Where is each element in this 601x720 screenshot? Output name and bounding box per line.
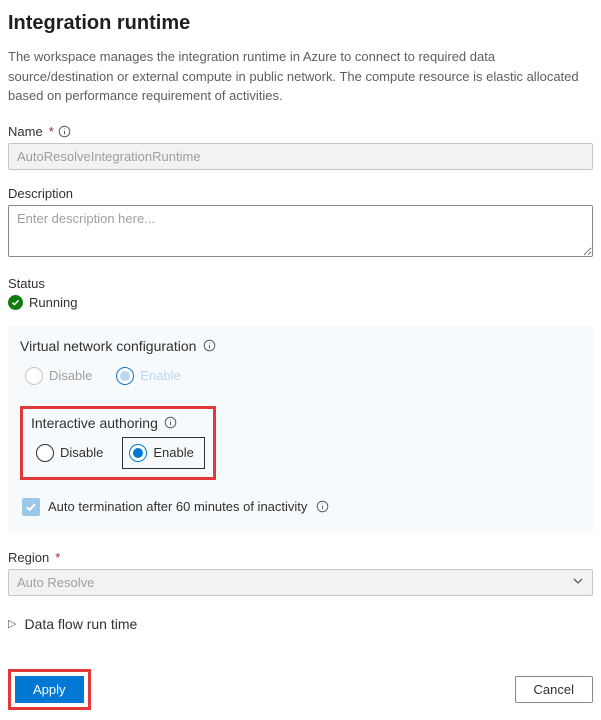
interactive-disable-radio[interactable]: Disable xyxy=(31,439,112,467)
apply-highlight: Apply xyxy=(8,669,91,710)
vnet-section: Virtual network configuration Disable En… xyxy=(20,338,581,390)
interactive-heading: Interactive authoring xyxy=(31,415,158,431)
required-asterisk: * xyxy=(55,550,60,565)
radio-icon xyxy=(25,367,43,385)
radio-icon xyxy=(116,367,134,385)
radio-label: Disable xyxy=(60,445,103,460)
dataflow-expander[interactable]: ▷ Data flow run time xyxy=(8,612,593,636)
region-field: Region * Auto Resolve xyxy=(8,550,593,596)
apply-button[interactable]: Apply xyxy=(15,676,84,703)
page-title: Integration runtime xyxy=(8,12,593,35)
region-value: Auto Resolve xyxy=(17,575,94,590)
region-label: Region xyxy=(8,550,49,565)
check-circle-icon xyxy=(8,295,23,310)
status-field: Status Running xyxy=(8,276,593,310)
vnet-heading: Virtual network configuration xyxy=(20,338,196,354)
name-field: Name * xyxy=(8,124,593,170)
description-field: Description xyxy=(8,186,593,260)
description-label: Description xyxy=(8,186,73,201)
interactive-authoring-highlight: Interactive authoring Disable Enable xyxy=(20,406,216,480)
auto-term-label: Auto termination after 60 minutes of ina… xyxy=(48,499,307,514)
auto-term-checkbox xyxy=(22,498,40,516)
radio-icon xyxy=(36,444,54,462)
config-panel: Virtual network configuration Disable En… xyxy=(8,326,593,532)
description-input[interactable] xyxy=(8,205,593,257)
info-icon[interactable] xyxy=(202,339,216,353)
required-asterisk: * xyxy=(49,124,54,139)
info-icon[interactable] xyxy=(315,500,329,514)
name-label: Name xyxy=(8,124,43,139)
footer: Apply Cancel xyxy=(8,669,593,710)
radio-label: Enable xyxy=(153,445,193,460)
name-input xyxy=(8,143,593,170)
info-icon[interactable] xyxy=(164,416,178,430)
radio-label: Disable xyxy=(49,368,92,383)
info-icon[interactable] xyxy=(58,124,72,138)
vnet-enable-radio: Enable xyxy=(111,362,189,390)
region-select: Auto Resolve xyxy=(8,569,593,596)
status-label: Status xyxy=(8,276,45,291)
radio-label: Enable xyxy=(140,368,180,383)
status-value: Running xyxy=(29,295,77,310)
auto-term-row: Auto termination after 60 minutes of ina… xyxy=(22,498,581,516)
chevron-right-icon: ▷ xyxy=(8,617,16,630)
dataflow-label: Data flow run time xyxy=(24,616,137,632)
chevron-down-icon xyxy=(572,575,584,590)
vnet-disable-radio: Disable xyxy=(20,362,101,390)
cancel-button[interactable]: Cancel xyxy=(515,676,593,703)
interactive-enable-radio[interactable]: Enable xyxy=(122,437,204,469)
page-intro: The workspace manages the integration ru… xyxy=(8,47,593,106)
radio-icon xyxy=(129,444,147,462)
